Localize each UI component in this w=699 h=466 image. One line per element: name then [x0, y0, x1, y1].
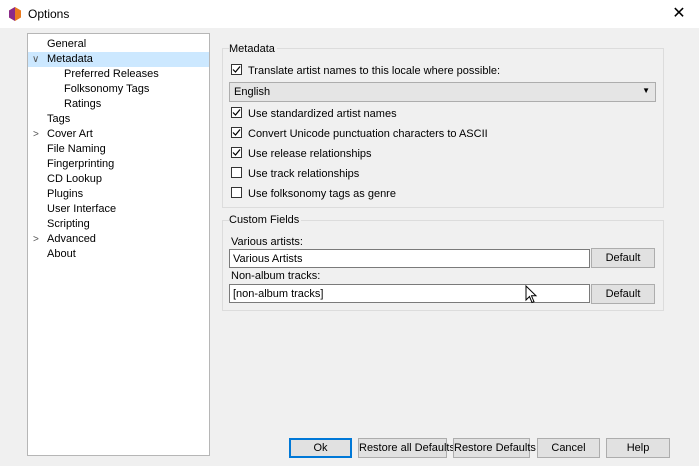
sidebar-item-general[interactable]: General — [47, 37, 86, 52]
checkbox-box[interactable] — [231, 127, 242, 138]
options-tree[interactable]: General ∨ Metadata Preferred Releases Fo… — [27, 33, 210, 456]
restore-defaults-button[interactable]: Restore Defaults — [453, 438, 536, 458]
ok-button[interactable]: Ok — [289, 438, 352, 458]
checkbox-box[interactable] — [231, 64, 242, 75]
sidebar-item-fingerprinting[interactable]: Fingerprinting — [47, 157, 114, 172]
non-album-tracks-label: Non-album tracks: — [231, 270, 321, 282]
window-title: Options — [28, 7, 70, 21]
metadata-group-title: Metadata — [229, 43, 277, 55]
chevron-right-icon[interactable]: > — [33, 232, 39, 247]
custom-fields-group-title: Custom Fields — [229, 214, 302, 226]
help-button[interactable]: Help — [606, 438, 670, 458]
sidebar-item-preferred-releases[interactable]: Preferred Releases — [64, 67, 159, 82]
chevron-down-icon[interactable]: ∨ — [32, 52, 39, 67]
various-artists-default-button[interactable]: Default — [591, 248, 655, 268]
sidebar-item-ratings[interactable]: Ratings — [64, 97, 101, 112]
title-bar: Options ✕ — [0, 0, 699, 28]
restore-all-defaults-button[interactable]: Restore all Defaults — [358, 438, 455, 458]
sidebar-item-metadata[interactable]: ∨ Metadata — [28, 52, 209, 67]
various-artists-label: Various artists: — [231, 236, 303, 248]
cancel-button[interactable]: Cancel — [537, 438, 600, 458]
sidebar-item-tags[interactable]: Tags — [47, 112, 70, 127]
sidebar-item-about[interactable]: About — [47, 247, 76, 262]
checkbox-box[interactable] — [231, 147, 242, 158]
sidebar-item-scripting[interactable]: Scripting — [47, 217, 90, 232]
sidebar-item-file-naming[interactable]: File Naming — [47, 142, 106, 157]
sidebar-item-cover-art[interactable]: > Cover Art — [28, 127, 209, 142]
locale-select[interactable]: English ▼ — [229, 82, 656, 102]
checkbox-box[interactable] — [231, 167, 242, 178]
picard-logo-icon — [9, 7, 21, 21]
sidebar-item-plugins[interactable]: Plugins — [47, 187, 83, 202]
various-artists-input[interactable]: Various Artists — [229, 249, 590, 268]
checkbox-box[interactable] — [231, 107, 242, 118]
sidebar-item-cd-lookup[interactable]: CD Lookup — [47, 172, 102, 187]
sidebar-item-user-interface[interactable]: User Interface — [47, 202, 116, 217]
sidebar-item-folksonomy-tags[interactable]: Folksonomy Tags — [64, 82, 149, 97]
chevron-right-icon[interactable]: > — [33, 127, 39, 142]
dropdown-arrow-icon: ▼ — [642, 86, 650, 95]
checkbox-box[interactable] — [231, 187, 242, 198]
mouse-cursor-icon — [525, 285, 538, 304]
non-album-tracks-default-button[interactable]: Default — [591, 284, 655, 304]
close-icon[interactable]: ✕ — [669, 3, 689, 23]
sidebar-item-advanced[interactable]: > Advanced — [28, 232, 209, 247]
